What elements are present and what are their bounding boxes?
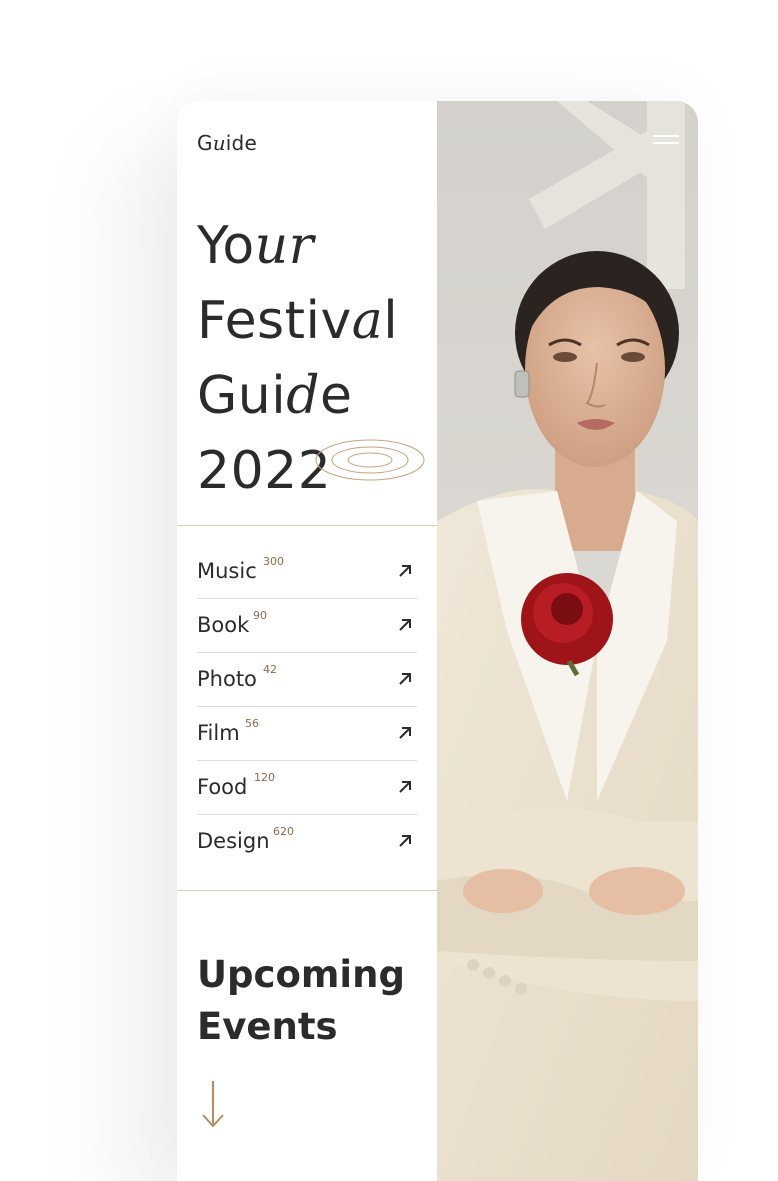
hero-photo: [437, 101, 698, 1181]
arrow-up-right-icon[interactable]: [397, 563, 413, 579]
hero-text: l: [383, 291, 399, 351]
logo-text-suffix: ide: [225, 131, 257, 155]
landing-card: Guide Your Festival Guide 2022 Music 300…: [177, 101, 698, 1181]
hero-line-1: Your: [197, 209, 398, 284]
category-label: Film: [197, 721, 240, 745]
hero-text-italic: a: [351, 291, 384, 351]
hero-text: e: [320, 366, 353, 426]
hero-text: Festiv: [197, 291, 352, 351]
hero-line-3: Guide: [197, 359, 398, 434]
upcoming-line-1: Upcoming: [197, 953, 405, 996]
category-item-film[interactable]: Film 56: [197, 707, 417, 761]
upcoming-line-2: Events: [197, 1005, 338, 1048]
arrow-up-right-icon[interactable]: [397, 725, 413, 741]
menu-bar-top: [653, 135, 679, 137]
hero-text: Gui: [197, 366, 287, 426]
logo[interactable]: Guide: [197, 131, 257, 155]
hero-text: Yo: [197, 216, 255, 276]
hero-text-italic: d: [286, 366, 320, 426]
fashion-portrait-illustration: [437, 101, 698, 1181]
arrow-up-right-icon[interactable]: [397, 671, 413, 687]
arrow-up-right-icon[interactable]: [397, 617, 413, 633]
arrow-down-icon[interactable]: [201, 1079, 225, 1129]
category-count: 42: [263, 663, 277, 676]
category-label: Design: [197, 829, 270, 853]
category-item-photo[interactable]: Photo 42: [197, 653, 417, 707]
concentric-rings-decoration: [315, 439, 425, 481]
category-label: Book: [197, 613, 250, 637]
logo-text-italic: u: [212, 131, 226, 155]
divider-bottom: [177, 890, 437, 891]
category-item-food[interactable]: Food 120: [197, 761, 417, 815]
menu-bar-bottom: [653, 142, 679, 144]
arrow-up-right-icon[interactable]: [397, 779, 413, 795]
hero-line-2: Festival: [197, 284, 398, 359]
category-list: Music 300 Book 90 Photo 42 Film 56 Food: [197, 545, 417, 869]
category-label: Music: [197, 559, 257, 583]
arrow-up-right-icon[interactable]: [397, 833, 413, 849]
category-count: 56: [245, 717, 259, 730]
upcoming-events-heading: Upcoming Events: [197, 949, 405, 1053]
category-item-design[interactable]: Design 620: [197, 815, 417, 869]
category-count: 90: [253, 609, 267, 622]
category-item-book[interactable]: Book 90: [197, 599, 417, 653]
category-label: Food: [197, 775, 248, 799]
category-label: Photo: [197, 667, 257, 691]
category-item-music[interactable]: Music 300: [197, 545, 417, 599]
hamburger-menu-icon[interactable]: [653, 135, 679, 147]
category-count: 120: [254, 771, 275, 784]
category-count: 300: [263, 555, 284, 568]
hero-text-italic: ur: [254, 216, 315, 276]
left-panel: Guide Your Festival Guide 2022 Music 300…: [177, 101, 437, 1181]
divider-top: [177, 525, 437, 526]
logo-text-prefix: G: [197, 131, 213, 155]
category-count: 620: [273, 825, 294, 838]
